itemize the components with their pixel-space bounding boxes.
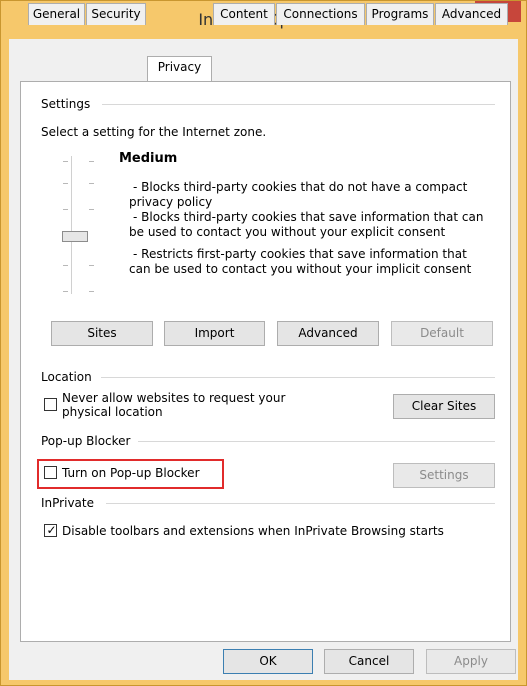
location-checkbox[interactable] (44, 398, 57, 411)
settings-intro: Select a setting for the Internet zone. (41, 125, 267, 139)
description-line: - Blocks third-party cookies that do not… (133, 180, 468, 194)
checkmark-icon: ✓ (46, 523, 57, 537)
slider-thumb[interactable] (62, 231, 88, 242)
clear-sites-button[interactable]: Clear Sites (393, 394, 495, 419)
tab-advanced[interactable]: Advanced (435, 3, 508, 25)
inprivate-checkbox-label[interactable]: Disable toolbars and extensions when InP… (62, 524, 444, 538)
tab-programs[interactable]: Programs (366, 3, 434, 25)
default-button[interactable]: Default (391, 321, 493, 346)
privacy-tab-panel (20, 81, 511, 642)
inprivate-group-title: InPrivate (41, 496, 94, 510)
location-checkbox-label[interactable]: Never allow websites to request your (62, 391, 285, 405)
description-line: can be used to contact you without your … (129, 262, 472, 276)
popup-blocker-label[interactable]: Turn on Pop-up Blocker (62, 466, 200, 480)
popup-blocker-checkbox[interactable] (44, 466, 57, 479)
location-group-title: Location (41, 370, 92, 384)
slider-tick (63, 209, 68, 210)
slider-tick (63, 291, 68, 292)
description-line: be used to contact you without your expl… (129, 225, 446, 239)
slider-tick (89, 183, 94, 184)
popup-divider (138, 441, 495, 442)
import-button[interactable]: Import (164, 321, 265, 346)
ok-button[interactable]: OK (223, 649, 313, 674)
location-checkbox-label[interactable]: physical location (62, 405, 163, 419)
advanced-button[interactable]: Advanced (277, 321, 379, 346)
slider-tick (89, 265, 94, 266)
tab-connections[interactable]: Connections (276, 3, 365, 25)
popup-group-title: Pop-up Blocker (41, 434, 131, 448)
apply-button[interactable]: Apply (426, 649, 516, 674)
slider-tick (89, 291, 94, 292)
slider-tick (63, 265, 68, 266)
settings-group-title: Settings (41, 97, 91, 111)
sites-button[interactable]: Sites (51, 321, 153, 346)
internet-options-window: Internet Options ? ✕ General Security Pr… (0, 0, 527, 686)
tab-privacy[interactable]: Privacy (147, 56, 212, 81)
privacy-level-slider[interactable] (71, 156, 75, 294)
slider-tick (89, 209, 94, 210)
slider-tick (63, 161, 68, 162)
slider-tick (63, 183, 68, 184)
tab-content[interactable]: Content (213, 3, 275, 25)
cancel-button[interactable]: Cancel (324, 649, 414, 674)
slider-tick (89, 161, 94, 162)
tab-general[interactable]: General (28, 3, 85, 25)
settings-divider (102, 104, 495, 105)
tab-security[interactable]: Security (86, 3, 146, 25)
description-line: - Restricts first-party cookies that sav… (133, 247, 467, 261)
description-line: privacy policy (129, 195, 213, 209)
inprivate-checkbox[interactable]: ✓ (44, 523, 57, 537)
popup-settings-button[interactable]: Settings (393, 463, 495, 488)
location-divider (101, 377, 495, 378)
privacy-level-label: Medium (119, 151, 178, 166)
description-line: - Blocks third-party cookies that save i… (133, 210, 484, 224)
inprivate-divider (106, 503, 495, 504)
